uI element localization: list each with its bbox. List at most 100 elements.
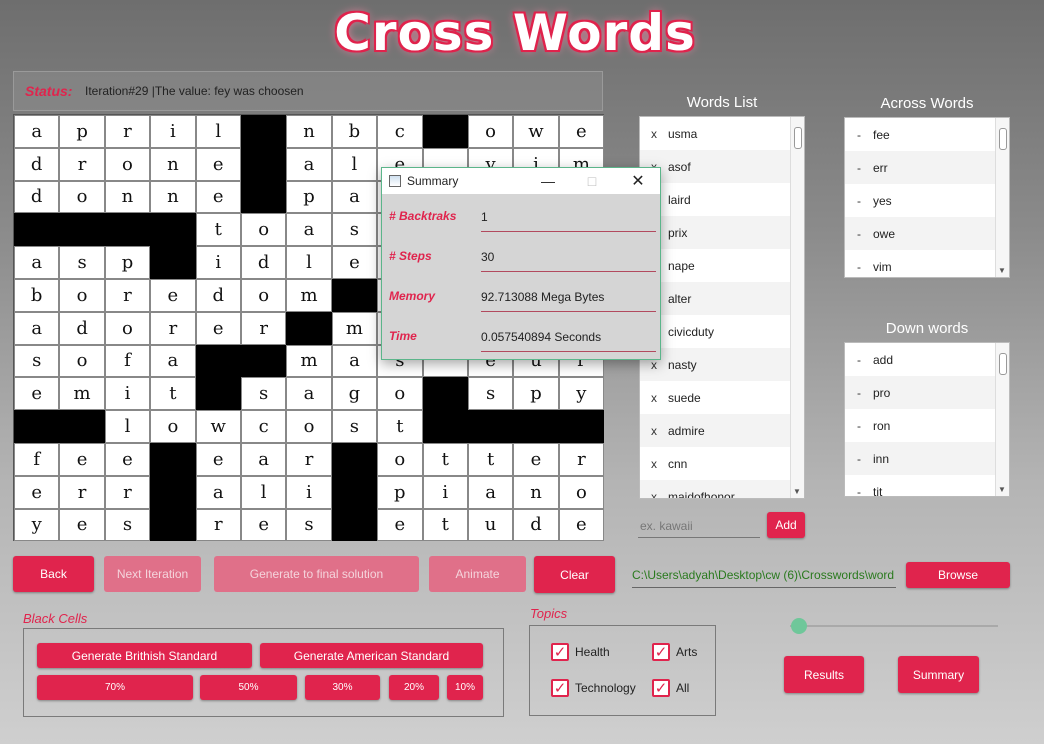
grid-cell[interactable]: r — [195, 508, 241, 542]
grid-cell[interactable]: a — [286, 147, 332, 181]
down-word-item[interactable]: - tit — [845, 475, 1009, 497]
black-50-percent-button[interactable]: 50% — [200, 675, 297, 700]
grid-cell[interactable]: o — [59, 344, 105, 378]
grid-cell[interactable]: t — [150, 377, 196, 411]
black-20-percent-button[interactable]: 20% — [389, 675, 439, 700]
scroll-down-icon[interactable]: ▼ — [998, 266, 1006, 275]
minimize-icon[interactable]: — — [530, 168, 566, 194]
grid-cell[interactable]: u — [467, 508, 514, 542]
word-list-item[interactable]: x admire — [640, 414, 804, 447]
grid-cell[interactable]: m — [286, 278, 332, 312]
grid-cell[interactable]: p — [104, 246, 151, 279]
clear-button[interactable]: Clear — [534, 556, 615, 593]
grid-cell[interactable]: s — [331, 410, 378, 443]
grid-cell[interactable]: r — [59, 475, 105, 509]
grid-cell[interactable]: a — [240, 442, 287, 476]
grid-cell[interactable]: a — [331, 180, 378, 214]
grid-cell[interactable]: m — [286, 344, 332, 378]
summary-dialog[interactable]: Summary — □ ✕ # Backtraks 1 # Steps 30 M… — [381, 167, 661, 360]
grid-cell[interactable]: o — [240, 278, 287, 312]
grid-cell[interactable]: a — [14, 311, 60, 345]
words-list-scrollbar[interactable]: ▼ — [790, 117, 804, 498]
grid-cell[interactable]: e — [240, 508, 287, 542]
grid-cell[interactable]: r — [150, 311, 196, 345]
grid-cell[interactable]: b — [14, 278, 60, 312]
grid-cell[interactable]: n — [513, 475, 559, 509]
across-word-item[interactable]: - fee — [845, 118, 1009, 151]
word-list-item[interactable]: nape — [640, 249, 804, 282]
grid-cell[interactable]: i — [422, 475, 468, 509]
grid-cell[interactable]: m — [59, 377, 105, 411]
checkmark-icon[interactable]: ✓ — [551, 679, 569, 697]
word-list-item[interactable]: x suede — [640, 381, 804, 414]
word-list-item[interactable]: x usma — [640, 117, 804, 150]
grid-cell[interactable]: o — [377, 442, 423, 476]
grid-cell[interactable]: a — [286, 213, 332, 247]
close-icon[interactable]: ✕ — [620, 168, 656, 194]
grid-cell[interactable]: s — [14, 344, 60, 378]
grid-cell[interactable]: r — [240, 311, 287, 345]
grid-cell[interactable]: l — [331, 147, 378, 181]
generate-british-standard-button[interactable]: Generate Brithish Standard — [37, 643, 252, 668]
grid-cell[interactable]: n — [150, 147, 196, 181]
grid-cell[interactable]: r — [104, 278, 151, 312]
grid-cell[interactable]: l — [286, 246, 332, 279]
grid-cell[interactable]: p — [377, 475, 423, 509]
topic-all-checkbox[interactable]: ✓ All — [652, 679, 689, 697]
next-iteration-button[interactable]: Next Iteration — [104, 556, 201, 592]
grid-cell[interactable]: p — [59, 115, 105, 148]
word-file-path-field[interactable]: C:\Users\adyah\Desktop\cw (6)\Crosswords… — [632, 562, 896, 588]
grid-cell[interactable]: l — [104, 410, 151, 443]
speed-slider-track[interactable] — [790, 625, 998, 627]
grid-cell[interactable]: r — [59, 147, 105, 181]
grid-cell[interactable]: f — [104, 344, 151, 378]
grid-cell[interactable]: e — [150, 278, 196, 312]
across-words-list[interactable]: - fee - err - yes - owe - vim ▼ — [844, 117, 1010, 278]
grid-cell[interactable]: a — [467, 475, 514, 509]
grid-cell[interactable]: o — [467, 115, 514, 148]
grid-cell[interactable]: b — [331, 115, 378, 148]
grid-cell[interactable]: a — [14, 246, 60, 279]
word-list-item[interactable]: x maidofhonor — [640, 480, 804, 498]
grid-cell[interactable]: o — [286, 410, 332, 443]
results-button[interactable]: Results — [784, 656, 864, 693]
grid-cell[interactable]: e — [195, 147, 241, 181]
grid-cell[interactable]: o — [59, 278, 105, 312]
grid-cell[interactable]: g — [331, 377, 378, 411]
grid-cell[interactable]: e — [195, 180, 241, 214]
grid-cell[interactable]: o — [104, 147, 151, 181]
black-70-percent-button[interactable]: 70% — [37, 675, 193, 700]
topic-technology-checkbox[interactable]: ✓ Technology — [551, 679, 636, 697]
word-list-item[interactable]: x nasty — [640, 348, 804, 381]
scroll-down-icon[interactable]: ▼ — [793, 487, 801, 496]
browse-button[interactable]: Browse — [906, 562, 1010, 588]
down-words-list[interactable]: - add - pro - ron - inn - tit ▼ — [844, 342, 1010, 497]
grid-cell[interactable]: c — [240, 410, 287, 443]
grid-cell[interactable]: d — [513, 508, 559, 542]
across-word-item[interactable]: - yes — [845, 184, 1009, 217]
grid-cell[interactable]: i — [150, 115, 196, 148]
grid-cell[interactable]: e — [513, 442, 559, 476]
word-list-item[interactable]: x cnn — [640, 447, 804, 480]
grid-cell[interactable]: s — [286, 508, 332, 542]
across-words-scrollbar[interactable]: ▼ — [995, 118, 1009, 277]
grid-cell[interactable]: o — [377, 377, 423, 411]
grid-cell[interactable]: d — [240, 246, 287, 279]
across-words-scroll-thumb[interactable] — [999, 128, 1007, 150]
grid-cell[interactable]: d — [195, 278, 241, 312]
across-word-item[interactable]: - vim — [845, 250, 1009, 277]
grid-cell[interactable]: e — [195, 311, 241, 345]
add-word-button[interactable]: Add — [767, 512, 805, 538]
black-30-percent-button[interactable]: 30% — [305, 675, 380, 700]
across-word-item[interactable]: - err — [845, 151, 1009, 184]
grid-cell[interactable]: n — [150, 180, 196, 214]
grid-cell[interactable]: e — [104, 442, 151, 476]
grid-cell[interactable]: e — [59, 442, 105, 476]
grid-cell[interactable]: d — [14, 180, 60, 214]
down-word-item[interactable]: - inn — [845, 442, 1009, 475]
down-word-item[interactable]: - pro — [845, 376, 1009, 409]
grid-cell[interactable]: y — [558, 377, 605, 411]
word-list-item[interactable]: xasof — [640, 150, 804, 183]
grid-cell[interactable]: w — [513, 115, 559, 148]
grid-cell[interactable]: t — [377, 410, 423, 443]
